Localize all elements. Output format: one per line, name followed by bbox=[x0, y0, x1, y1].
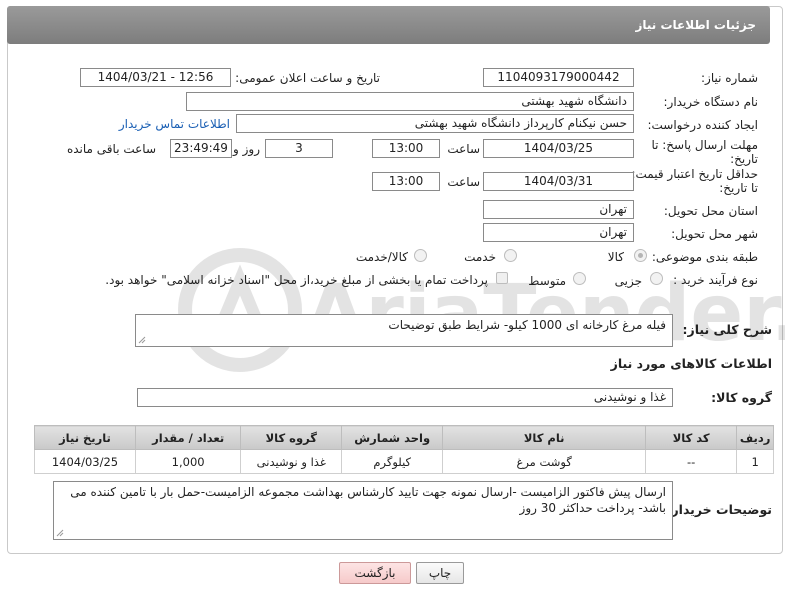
province-field: تهران bbox=[483, 200, 634, 219]
cell-code: -- bbox=[645, 449, 738, 474]
validity-time-field: 13:00 bbox=[372, 172, 440, 191]
buyer-org-label: نام دستگاه خریدار: bbox=[663, 95, 759, 109]
buyer-notes-text: ارسال پیش فاکتور الزامیست -ارسال نمونه ج… bbox=[70, 485, 666, 515]
items-table: ردیف کد کالا نام کالا واحد شمارش گروه کا… bbox=[34, 425, 774, 474]
col-header-row-num: ردیف bbox=[736, 425, 774, 450]
cell-quantity: 1,000 bbox=[134, 449, 242, 474]
treasury-payment-checkbox[interactable] bbox=[496, 272, 508, 284]
price-validity-label-2: تا تاریخ: bbox=[719, 181, 758, 195]
category-label: طبقه بندی موضوعی: bbox=[651, 250, 758, 264]
category-option-goods: کالا bbox=[607, 250, 624, 264]
process-radio-medium[interactable] bbox=[573, 272, 586, 285]
resize-handle-icon[interactable] bbox=[56, 529, 64, 537]
remaining-label: ساعت باقی مانده bbox=[66, 142, 156, 156]
cell-row-num: 1 bbox=[736, 449, 774, 474]
need-number-label: شماره نیاز: bbox=[701, 71, 758, 85]
buyer-notes-label: توضیحات خریدار: bbox=[666, 502, 772, 517]
buyer-notes-field: ارسال پیش فاکتور الزامیست -ارسال نمونه ج… bbox=[53, 481, 673, 540]
back-button[interactable]: بازگشت bbox=[339, 562, 411, 584]
reply-deadline-label: مهلت ارسال پاسخ: تا bbox=[651, 138, 758, 152]
treasury-payment-note: پرداخت تمام یا بخشی از مبلغ خرید،از محل … bbox=[105, 273, 488, 287]
process-option-minor: جزیی bbox=[614, 274, 642, 288]
col-header-quantity: تعداد / مقدار bbox=[134, 425, 242, 450]
process-type-label: نوع فرآیند خرید : bbox=[673, 273, 758, 287]
category-option-service: خدمت bbox=[464, 250, 496, 264]
reply-time-field: 13:00 bbox=[372, 139, 440, 158]
cell-need-date: 1404/03/25 bbox=[34, 449, 136, 474]
reply-date-field: 1404/03/25 bbox=[483, 139, 634, 158]
print-button[interactable]: چاپ bbox=[416, 562, 464, 584]
category-radio-goods[interactable] bbox=[634, 249, 647, 262]
goods-group-label: گروه کالا: bbox=[711, 390, 772, 405]
requester-field: حسن نیکنام کارپرداز دانشگاه شهید بهشتی bbox=[236, 114, 634, 133]
delivery-province-label: استان محل تحویل: bbox=[663, 204, 758, 218]
col-header-code: کد کالا bbox=[645, 425, 738, 450]
price-validity-label: حداقل تاریخ اعتبار قیمت: bbox=[631, 167, 758, 181]
panel-header: جزئیات اطلاعات نیاز bbox=[7, 6, 770, 44]
category-radio-service[interactable] bbox=[504, 249, 517, 262]
category-radio-goods-service[interactable] bbox=[414, 249, 427, 262]
process-option-medium: متوسط bbox=[528, 274, 566, 288]
cell-group: غذا و نوشیدنی bbox=[240, 449, 343, 474]
cell-name: گوشت مرغ bbox=[442, 449, 647, 474]
reply-time-label: ساعت bbox=[447, 142, 480, 156]
items-info-heading: اطلاعات کالاهای مورد نیاز bbox=[610, 356, 772, 371]
table-row: 1 -- گوشت مرغ کیلوگرم غذا و نوشیدنی 1,00… bbox=[34, 449, 774, 474]
announce-datetime-field: 1404/03/21 - 12:56 bbox=[80, 68, 231, 87]
col-header-group: گروه کالا bbox=[240, 425, 343, 450]
days-and-label: روز و bbox=[233, 142, 260, 156]
col-header-need-date: تاریخ نیاز bbox=[34, 425, 136, 450]
validity-date-field: 1404/03/31 bbox=[483, 172, 634, 191]
category-option-goods-service: کالا/خدمت bbox=[355, 250, 408, 264]
buyer-contact-link[interactable]: اطلاعات تماس خریدار bbox=[119, 117, 230, 131]
goods-group-field: غذا و نوشیدنی bbox=[137, 388, 673, 407]
announce-datetime-label: تاریخ و ساعت اعلان عمومی: bbox=[235, 71, 380, 85]
general-desc-field: فیله مرغ کارخانه ای 1000 کیلو- شرایط طبق… bbox=[135, 314, 673, 347]
requester-label: ایجاد کننده درخواست: bbox=[647, 118, 758, 132]
cell-unit: کیلوگرم bbox=[341, 449, 444, 474]
col-header-name: نام کالا bbox=[442, 425, 647, 450]
reply-deadline-label-2: تاریخ: bbox=[730, 152, 758, 166]
general-desc-text: فیله مرغ کارخانه ای 1000 کیلو- شرایط طبق… bbox=[388, 318, 666, 332]
delivery-city-label: شهر محل تحویل: bbox=[671, 227, 758, 241]
validity-time-label: ساعت bbox=[447, 175, 480, 189]
buyer-org-field: دانشگاه شهید بهشتی bbox=[186, 92, 634, 111]
process-radio-minor[interactable] bbox=[650, 272, 663, 285]
resize-handle-icon[interactable] bbox=[138, 336, 146, 344]
reply-days-field: 3 bbox=[265, 139, 333, 158]
col-header-unit: واحد شمارش bbox=[341, 425, 444, 450]
table-header-row: ردیف کد کالا نام کالا واحد شمارش گروه کا… bbox=[34, 425, 774, 450]
general-desc-label: شرح کلی نیاز: bbox=[682, 322, 772, 337]
city-field: تهران bbox=[483, 223, 634, 242]
need-number-field: 1104093179000442 bbox=[483, 68, 634, 87]
remaining-time-field: 23:49:49 bbox=[170, 139, 232, 158]
